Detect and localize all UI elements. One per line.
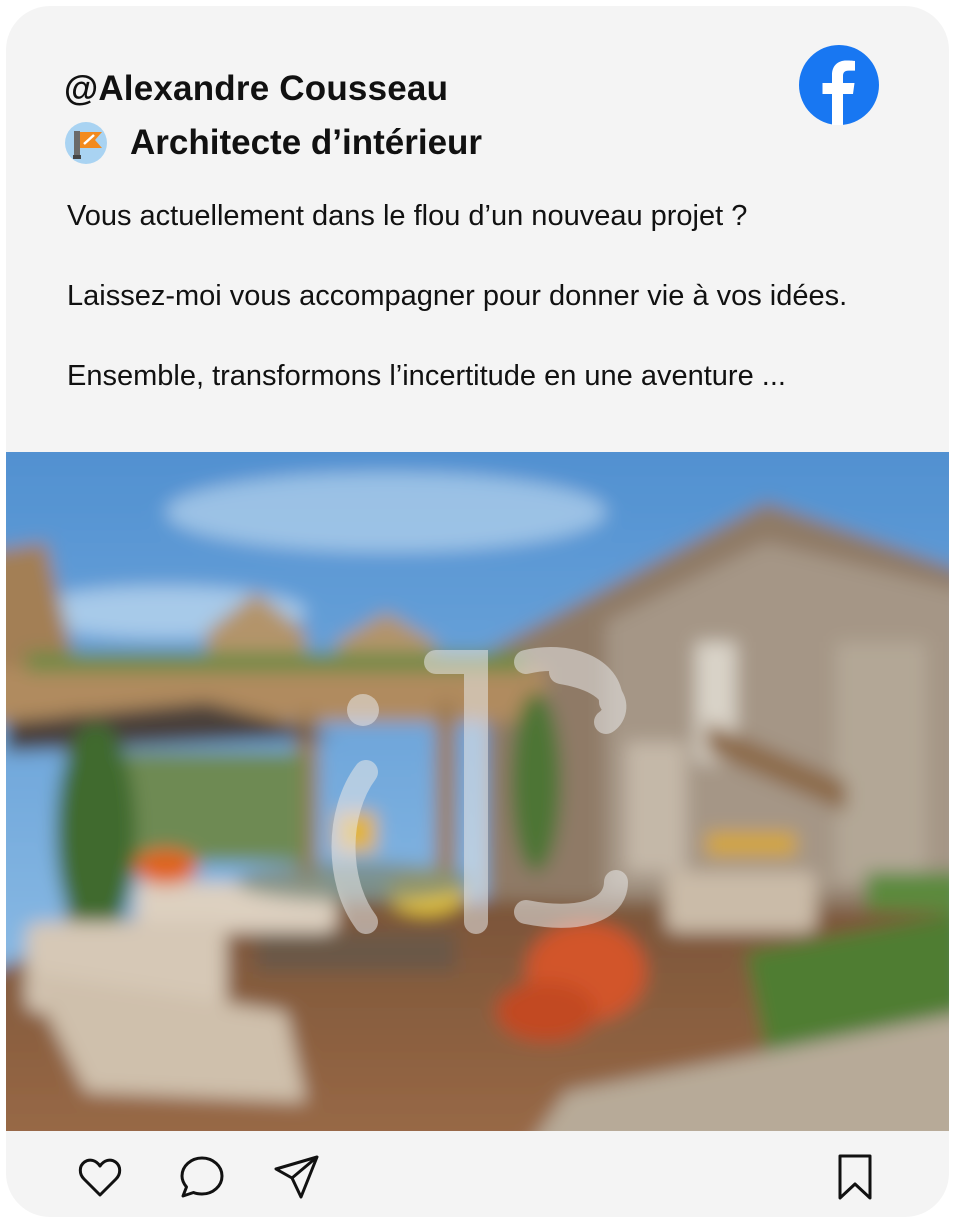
blurred-terrace-photo: [6, 452, 949, 1131]
author-role: Architecte d’intérieur: [130, 123, 483, 162]
post-card: @Alexandre Cousseau Architecte d’intérie…: [6, 6, 949, 1217]
post-action-bar: [6, 1131, 949, 1217]
caption-line: Vous actuellement dans le flou d’un nouv…: [67, 200, 748, 232]
post-author-handle[interactable]: @Alexandre Cousseau: [64, 68, 448, 110]
designer-badge-icon: [65, 122, 107, 164]
post-image[interactable]: [6, 452, 949, 1131]
author-role-row: Architecte d’intérieur: [64, 118, 482, 168]
caption-line: Laissez-moi vous accompagner pour donner…: [67, 280, 848, 312]
send-icon[interactable]: [273, 1153, 321, 1201]
facebook-icon[interactable]: [799, 45, 879, 125]
post-caption: Vous actuellement dans le flou d’un nouv…: [67, 196, 917, 396]
comment-icon[interactable]: [178, 1153, 226, 1201]
heart-icon[interactable]: [76, 1153, 124, 1201]
caption-line[interactable]: Ensemble, transformons l’incertitude en …: [67, 356, 917, 396]
bookmark-icon[interactable]: [831, 1153, 879, 1201]
